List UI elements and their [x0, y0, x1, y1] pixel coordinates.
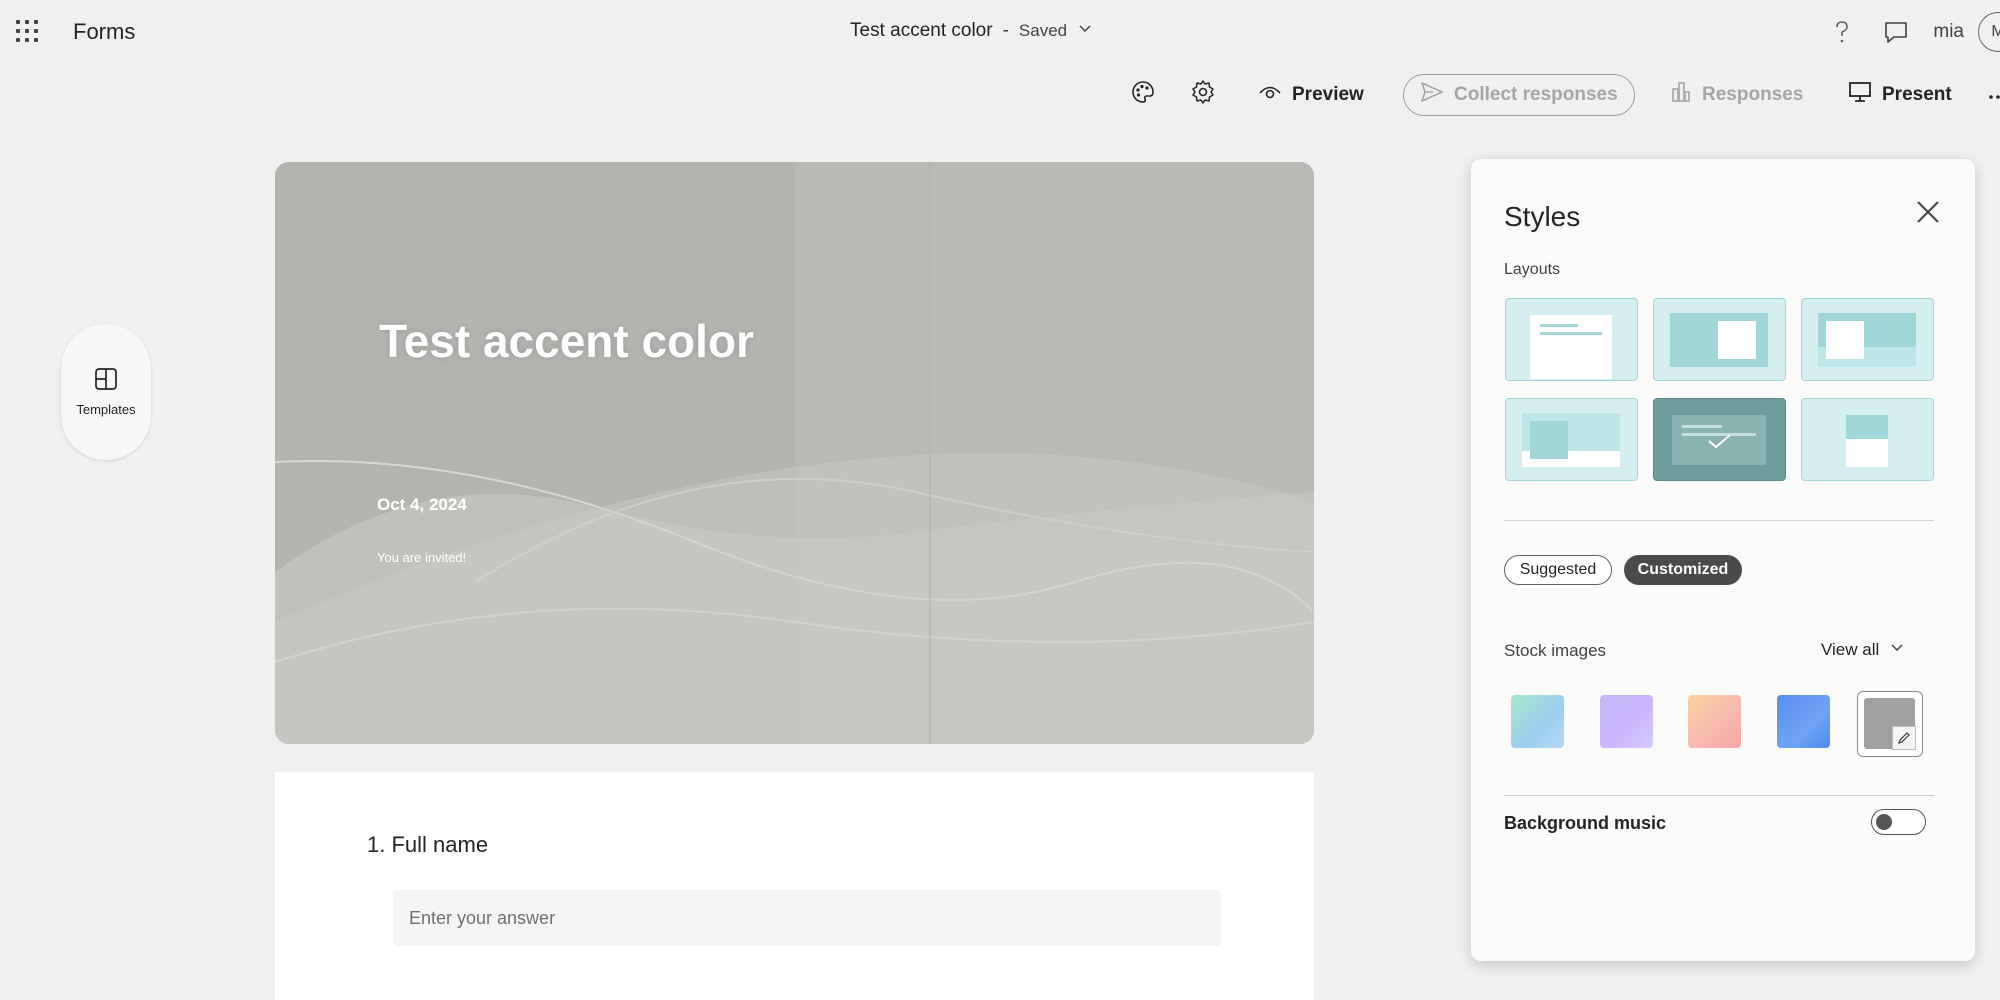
- responses-button[interactable]: Responses: [1670, 72, 1803, 118]
- avatar[interactable]: M: [1978, 12, 2000, 52]
- layout-option-3[interactable]: [1801, 298, 1934, 381]
- more-options-button[interactable]: [1988, 72, 2000, 118]
- stock-image-custom-selected[interactable]: [1857, 691, 1923, 757]
- view-all-label: View all: [1821, 639, 1880, 659]
- layout-option-2[interactable]: [1653, 298, 1786, 381]
- answer-input[interactable]: Enter your answer: [393, 890, 1221, 946]
- comments-icon[interactable]: [1879, 20, 1913, 44]
- chevron-down-icon: [1077, 20, 1093, 42]
- stock-images-heading: Stock images: [1504, 641, 1607, 660]
- background-music-label: Background music: [1504, 813, 1667, 833]
- styles-panel-title: Styles: [1504, 201, 1581, 232]
- templates-label: Templates: [76, 402, 136, 417]
- layout-option-6[interactable]: [1801, 398, 1934, 481]
- stock-image-blue[interactable]: [1777, 695, 1830, 748]
- toggle-knob: [1876, 813, 1892, 830]
- app-launcher-icon[interactable]: [16, 20, 40, 44]
- settings-button[interactable]: [1190, 72, 1216, 118]
- wave-background-image: [275, 162, 1314, 744]
- responses-label: Responses: [1702, 84, 1804, 105]
- present-label: Present: [1882, 84, 1952, 105]
- chevron-down-icon: [1889, 639, 1905, 660]
- send-icon: [1420, 81, 1444, 109]
- presentation-icon: [1848, 81, 1872, 109]
- form-title[interactable]: Test accent color: [375, 312, 758, 370]
- background-music-toggle[interactable]: [1871, 809, 1926, 835]
- divider: [1504, 795, 1934, 796]
- app-name[interactable]: Forms: [73, 19, 135, 45]
- layout-option-5-selected[interactable]: [1653, 398, 1786, 481]
- preview-label: Preview: [1292, 84, 1364, 105]
- layout-option-4[interactable]: [1505, 398, 1638, 481]
- collect-responses-button[interactable]: Collect responses: [1403, 74, 1635, 116]
- eye-icon: [1258, 82, 1282, 108]
- preview-button[interactable]: Preview: [1258, 72, 1364, 118]
- layout-option-1[interactable]: [1505, 298, 1638, 381]
- top-right-controls: mia M: [1825, 12, 2000, 52]
- theme-button[interactable]: [1130, 72, 1156, 118]
- suggested-chip[interactable]: Suggested: [1504, 555, 1612, 585]
- user-name[interactable]: mia: [1933, 21, 1964, 43]
- top-bar: Forms Test accent color - Saved mia M: [0, 0, 2000, 64]
- collect-responses-label: Collect responses: [1454, 84, 1618, 105]
- layout-icon: [94, 367, 118, 396]
- help-icon[interactable]: [1825, 19, 1859, 45]
- form-header-banner[interactable]: Test accent color Oct 4, 2024 You are in…: [275, 162, 1314, 744]
- save-status: Saved: [1018, 21, 1068, 40]
- form-date[interactable]: Oct 4, 2024: [377, 495, 467, 515]
- stock-image-teal[interactable]: [1511, 695, 1564, 748]
- divider: [1504, 520, 1934, 521]
- title-separator: -: [1002, 20, 1009, 41]
- styles-panel: Styles Layouts Suggested Customized Stoc…: [1471, 159, 1975, 961]
- question-card[interactable]: 1. Full name Enter your answer: [275, 772, 1314, 1000]
- question-title: 1. Full name: [367, 832, 489, 857]
- palette-icon: [1130, 79, 1156, 111]
- view-all-button[interactable]: View all: [1821, 639, 1905, 660]
- more-icon: [1988, 84, 2000, 106]
- stock-image-peach[interactable]: [1688, 695, 1741, 748]
- pencil-icon[interactable]: [1892, 726, 1916, 750]
- layouts-heading: Layouts: [1504, 261, 1561, 278]
- close-icon[interactable]: [1915, 199, 1941, 230]
- customized-chip[interactable]: Customized: [1624, 555, 1742, 585]
- document-title-menu[interactable]: Test accent color - Saved: [850, 20, 1093, 42]
- stock-image-lavender[interactable]: [1600, 695, 1653, 748]
- templates-button[interactable]: Templates: [61, 324, 151, 460]
- form-subtitle[interactable]: You are invited!: [377, 550, 466, 565]
- document-title: Test accent color: [850, 20, 993, 41]
- gear-icon: [1190, 79, 1216, 111]
- present-button[interactable]: Present: [1848, 72, 1952, 118]
- bar-chart-icon: [1670, 81, 1692, 109]
- form-toolbar: Preview Collect responses Responses Pres…: [1120, 72, 2000, 118]
